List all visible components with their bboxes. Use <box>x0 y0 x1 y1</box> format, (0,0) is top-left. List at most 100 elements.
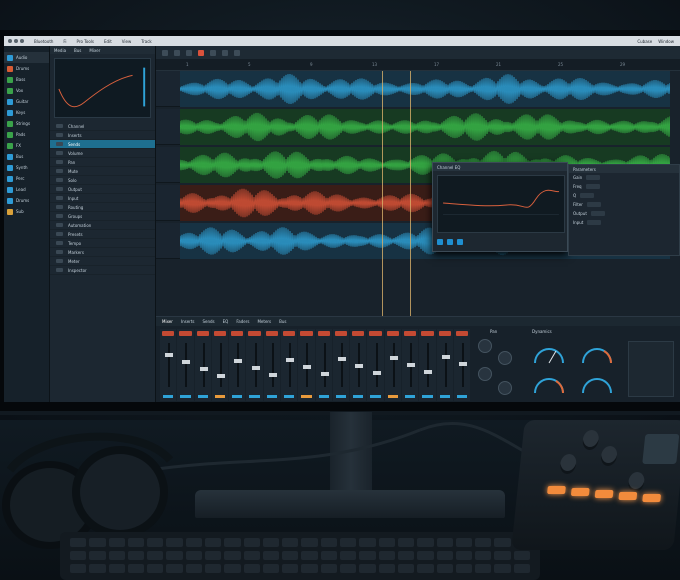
channel-insert-slot[interactable] <box>352 331 365 336</box>
stop-button[interactable] <box>174 49 180 56</box>
channel-insert-slot[interactable] <box>196 331 209 336</box>
gauge-meter[interactable] <box>580 343 614 365</box>
inspector-row[interactable]: Input <box>569 218 679 227</box>
metronome-button[interactable] <box>222 49 228 56</box>
browser-row[interactable]: Meter <box>50 257 155 266</box>
track-list-item[interactable]: Audio <box>4 52 49 63</box>
channel-insert-slot[interactable] <box>231 331 244 336</box>
track-list-item[interactable]: Bus <box>4 151 49 162</box>
output-section[interactable] <box>628 341 674 397</box>
play-button[interactable] <box>186 49 192 56</box>
tab-media[interactable]: Media <box>54 48 66 53</box>
channel-fader-handle[interactable] <box>389 356 398 360</box>
inspector-field[interactable] <box>580 193 595 198</box>
channel-insert-slot[interactable] <box>386 331 399 336</box>
inspector-field[interactable] <box>587 220 602 225</box>
mixer-tab[interactable]: Sends <box>202 319 214 324</box>
track-list-item[interactable]: Drums <box>4 195 49 206</box>
channel-insert-slot[interactable] <box>438 331 451 336</box>
track-list-item[interactable]: Synth <box>4 162 49 173</box>
mixer-tab[interactable]: Mixer <box>162 319 173 324</box>
browser-row[interactable]: Inserts <box>50 131 155 140</box>
channel-insert-slot[interactable] <box>213 331 227 336</box>
menu-item[interactable]: Pro Tools <box>77 39 94 44</box>
mixer-tab[interactable]: Faders <box>236 319 249 324</box>
channel-fader-handle[interactable] <box>251 366 260 370</box>
track-header[interactable] <box>156 223 180 259</box>
menu-item[interactable]: Window <box>658 39 674 44</box>
inspector-field[interactable] <box>586 175 601 180</box>
inspector-row[interactable]: Gain <box>569 173 679 182</box>
track-list-item[interactable]: Drums <box>4 63 49 74</box>
channel-fader-handle[interactable] <box>216 374 225 378</box>
track-header[interactable] <box>156 185 180 221</box>
window-controls[interactable] <box>8 39 24 43</box>
gauge-meter[interactable] <box>532 373 566 395</box>
channel-insert-slot[interactable] <box>300 331 313 336</box>
browser-row[interactable]: Inspector <box>50 266 155 275</box>
mixer-tab[interactable]: EQ <box>223 319 229 324</box>
gauge-meter[interactable] <box>580 373 614 395</box>
track-list-item[interactable]: Pads <box>4 129 49 140</box>
mixer-tab[interactable]: Meters <box>257 319 271 324</box>
loop-button[interactable] <box>210 49 216 56</box>
plugin-compare-button[interactable] <box>447 239 453 245</box>
loop-marker[interactable] <box>410 71 411 316</box>
plugin-graph[interactable] <box>437 175 565 233</box>
menu-item[interactable]: Bluetooth <box>34 39 53 44</box>
menu-item[interactable]: Fi <box>63 39 66 44</box>
channel-fader-handle[interactable] <box>372 371 381 375</box>
record-button[interactable] <box>198 49 204 56</box>
track-list-item[interactable]: Lead <box>4 184 49 195</box>
audio-region[interactable] <box>180 109 670 145</box>
track-list-item[interactable]: Guitar <box>4 96 49 107</box>
inspector-row[interactable]: Q <box>569 191 679 200</box>
browser-row[interactable]: Groups <box>50 212 155 221</box>
track-header[interactable] <box>156 147 180 183</box>
browser-row[interactable]: Mute <box>50 167 155 176</box>
channel-insert-slot[interactable] <box>369 331 382 336</box>
browser-row[interactable]: Channel <box>50 122 155 131</box>
track-list-item[interactable]: FX <box>4 140 49 151</box>
channel-insert-slot[interactable] <box>455 331 469 336</box>
gauge-meter[interactable] <box>532 343 566 365</box>
channel-fader-handle[interactable] <box>407 363 416 367</box>
pan-knob[interactable] <box>498 351 512 365</box>
playhead[interactable] <box>382 71 383 316</box>
channel-fader-handle[interactable] <box>165 353 174 357</box>
channel-insert-slot[interactable] <box>403 331 417 336</box>
browser-row[interactable]: Output <box>50 185 155 194</box>
channel-fader-handle[interactable] <box>268 373 277 377</box>
track-list-item[interactable]: Strings <box>4 118 49 129</box>
menu-item[interactable]: Edit <box>104 39 112 44</box>
mixer-tab[interactable]: Bus <box>279 319 286 324</box>
channel-fader-handle[interactable] <box>303 365 312 369</box>
track-header[interactable] <box>156 109 180 145</box>
channel-fader-handle[interactable] <box>424 370 433 374</box>
browser-row[interactable]: Automation <box>50 221 155 230</box>
channel-insert-slot[interactable] <box>421 331 434 336</box>
channel-fader-handle[interactable] <box>286 358 295 362</box>
timeline-ruler[interactable]: 1 5 9 13 17 21 25 29 <box>156 59 680 71</box>
inspector-row[interactable]: Filter <box>569 200 679 209</box>
inspector-field[interactable] <box>586 202 601 207</box>
inspector-field[interactable] <box>590 211 605 216</box>
browser-row[interactable]: Pan <box>50 158 155 167</box>
browser-row[interactable]: Routing <box>50 203 155 212</box>
inspector-row[interactable]: Freq <box>569 182 679 191</box>
track-list-item[interactable]: Keys <box>4 107 49 118</box>
pan-knob[interactable] <box>478 339 492 353</box>
browser-row[interactable]: Solo <box>50 176 155 185</box>
browser-row[interactable]: Volume <box>50 149 155 158</box>
menu-item[interactable]: View <box>122 39 132 44</box>
inspector-row[interactable]: Output <box>569 209 679 218</box>
channel-fader-handle[interactable] <box>441 355 450 359</box>
audio-region[interactable] <box>180 71 670 107</box>
browser-row[interactable]: Tempo <box>50 239 155 248</box>
tab-mixer[interactable]: Mixer <box>89 48 100 53</box>
channel-fader-handle[interactable] <box>458 362 467 366</box>
browser-row[interactable]: Sends <box>50 140 155 149</box>
channel-insert-slot[interactable] <box>248 331 261 336</box>
channel-insert-slot[interactable] <box>179 331 192 336</box>
track-list-item[interactable]: Vox <box>4 85 49 96</box>
